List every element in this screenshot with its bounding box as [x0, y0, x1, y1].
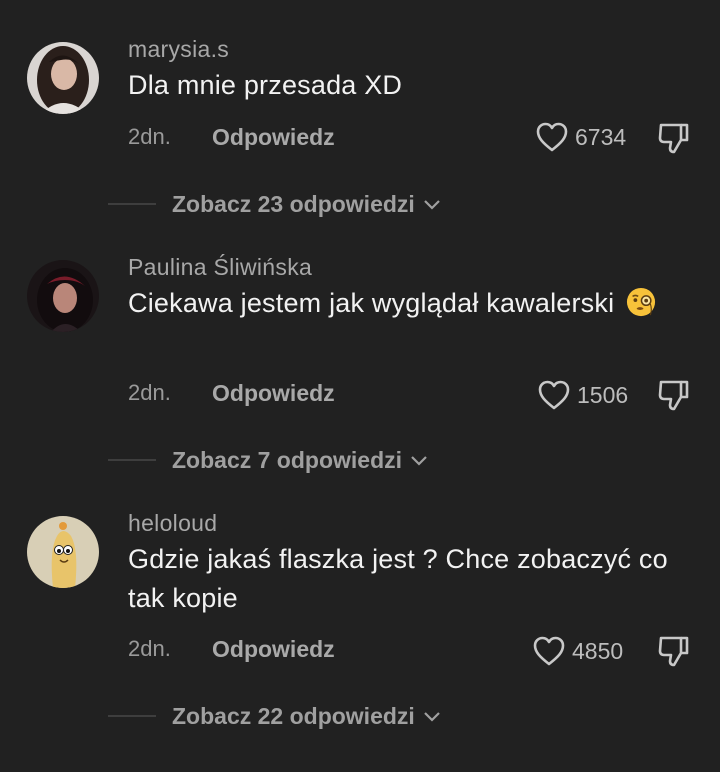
comment-username[interactable]: Paulina Śliwińska [128, 254, 312, 281]
avatar[interactable] [27, 260, 99, 332]
like-button[interactable]: 4850 [532, 633, 623, 669]
comment-text-content: Dla mnie przesada XD [128, 70, 403, 100]
avatar-image [27, 260, 99, 332]
comment-time: 2dn. [128, 636, 171, 661]
like-count: 4850 [572, 637, 624, 664]
heart-outline-icon [533, 636, 565, 666]
dislike-button[interactable] [656, 377, 692, 413]
like-count: 6734 [575, 123, 627, 150]
comment-text: Dla mnie przesada XD [128, 66, 688, 105]
avatar-image [27, 42, 99, 114]
chevron-down-icon [424, 712, 440, 722]
dislike-button[interactable] [656, 633, 692, 669]
reply-button[interactable]: Odpowiedz [212, 122, 335, 152]
avatar-image [27, 516, 99, 588]
reply-button[interactable]: Odpowiedz [212, 378, 335, 408]
like-button[interactable]: 1506 [537, 377, 628, 413]
thumbs-down-icon [658, 380, 689, 411]
avatar[interactable] [27, 516, 99, 588]
divider-line [108, 715, 156, 717]
divider-line [108, 203, 156, 205]
view-replies-label: Zobacz 23 odpowiedzi [172, 190, 415, 217]
comment-username[interactable]: heloloud [128, 510, 217, 537]
chevron-down-icon [424, 200, 440, 210]
view-replies-row: Zobacz 22 odpowiedzi [0, 698, 720, 734]
view-replies-label: Zobacz 7 odpowiedzi [172, 446, 403, 473]
view-replies-label: Zobacz 22 odpowiedzi [172, 702, 415, 729]
like-button[interactable]: 6734 [535, 119, 626, 155]
comment-username[interactable]: marysia.s [128, 36, 229, 63]
view-replies-button[interactable]: Zobacz 7 odpowiedzi [172, 442, 428, 478]
comment-text: Ciekawa jestem jak wyglądał kawalerski [128, 284, 688, 323]
view-replies-button[interactable]: Zobacz 22 odpowiedzi [172, 698, 441, 734]
avatar[interactable] [27, 42, 99, 114]
thumbs-down-icon [658, 636, 689, 667]
comment-item: Paulina Śliwińska Ciekawa jestem jak wyg… [0, 254, 720, 516]
dislike-button[interactable] [656, 120, 692, 156]
comment-text: Gdzie jakaś flaszka jest ? Chce zobaczyć… [128, 540, 688, 618]
comment-time: 2dn. [128, 380, 171, 405]
comment-time: 2dn. [128, 124, 171, 149]
heart-outline-icon [538, 380, 570, 410]
like-count: 1506 [577, 381, 629, 408]
view-replies-row: Zobacz 7 odpowiedzi [0, 442, 720, 478]
chevron-down-icon [411, 456, 427, 466]
view-replies-row: Zobacz 23 odpowiedzi [0, 186, 720, 222]
thumbs-down-icon [658, 123, 689, 154]
divider-line [108, 459, 156, 461]
reply-button[interactable]: Odpowiedz [212, 634, 335, 664]
view-replies-button[interactable]: Zobacz 23 odpowiedzi [172, 186, 441, 222]
comment-text-content: Gdzie jakaś flaszka jest ? Chce zobaczyć… [128, 544, 668, 613]
face-with-monocle-emoji-icon [626, 287, 656, 317]
comment-text-content: Ciekawa jestem jak wyglądał kawalerski [128, 288, 615, 318]
heart-outline-icon [536, 122, 568, 152]
